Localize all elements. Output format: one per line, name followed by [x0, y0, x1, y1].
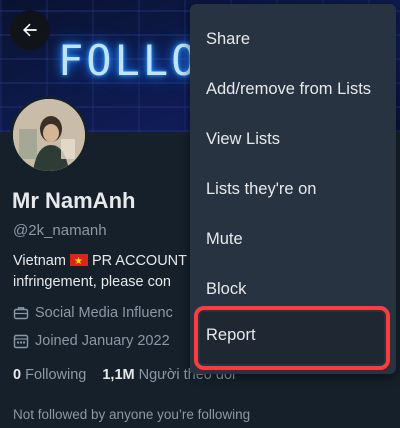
menu-item-share[interactable]: Share	[190, 14, 396, 64]
profile-joined: Joined January 2022	[13, 333, 170, 349]
menu-item-mute[interactable]: Mute	[190, 214, 396, 264]
not-followed-note: Not followed by anyone you’re following	[13, 407, 251, 422]
briefcase-icon	[13, 307, 29, 320]
bio-line-2: infringement, please con	[13, 274, 171, 290]
arrow-left-icon	[23, 23, 37, 37]
avatar-photo	[13, 99, 85, 171]
profile-name: Mr NamAnh	[12, 188, 136, 213]
menu-item-lists-theyre-on[interactable]: Lists they're on	[190, 164, 396, 214]
profile-joined-text: Joined January 2022	[35, 333, 170, 349]
following-label: Following	[25, 367, 87, 383]
calendar-icon	[13, 334, 29, 349]
menu-item-report[interactable]: Report	[190, 310, 396, 360]
profile-category: Social Media Influenc	[13, 305, 173, 321]
avatar[interactable]	[10, 96, 88, 174]
bio-country: Vietnam	[13, 253, 66, 269]
profile-handle: @2k_namanh	[13, 222, 107, 239]
menu-item-view-lists[interactable]: View Lists	[190, 114, 396, 164]
bio-account-text: PR ACCOUNT	[91, 253, 188, 269]
profile-category-text: Social Media Influenc	[35, 305, 173, 321]
menu-item-add-remove-lists[interactable]: Add/remove from Lists	[190, 64, 396, 114]
banner-neon-text: FOLLO	[58, 36, 200, 85]
following-link[interactable]: 0 Following	[13, 367, 86, 383]
profile-bio: Vietnam PR ACCOUNT infringement, please c…	[13, 251, 193, 293]
back-button[interactable]	[10, 10, 50, 50]
followers-count: 1,1M	[102, 367, 135, 383]
vietnam-flag-icon	[69, 251, 88, 272]
following-count: 0	[13, 367, 22, 383]
